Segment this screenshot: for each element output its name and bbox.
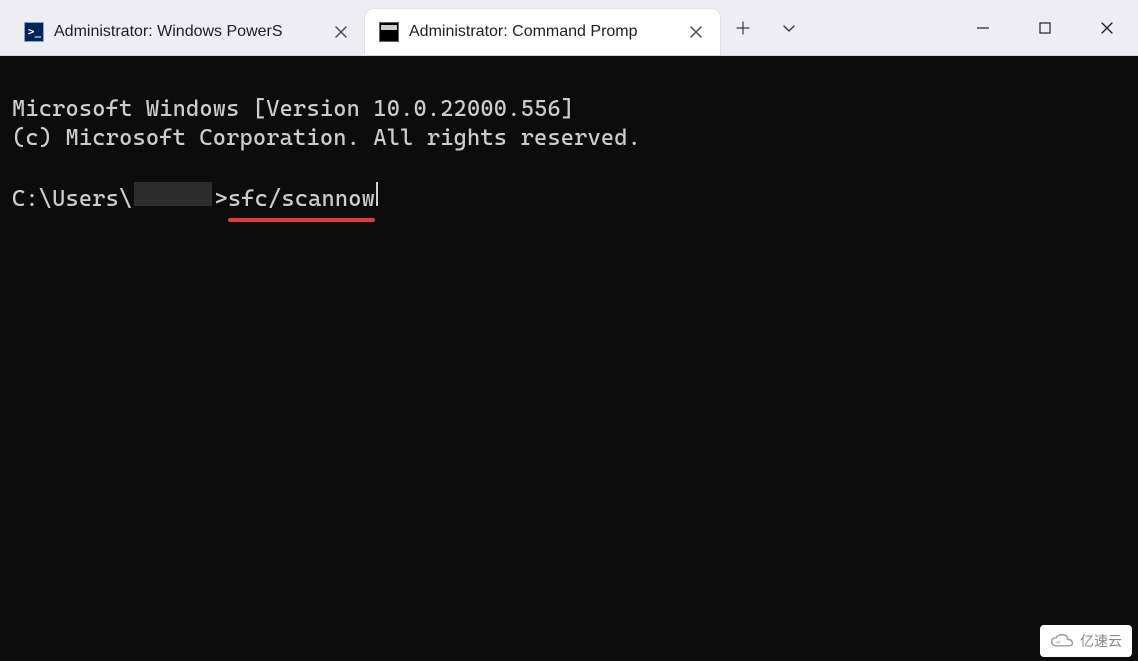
close-window-button[interactable] (1076, 0, 1138, 55)
tab-title: Administrator: Command Promp (409, 23, 672, 41)
tab-title: Administrator: Windows PowerS (54, 23, 317, 41)
cmd-icon (379, 22, 399, 42)
command-input: sfc/scannow (228, 185, 375, 214)
minimize-icon (976, 21, 990, 35)
tab-dropdown-button[interactable] (766, 0, 812, 55)
close-icon (1100, 21, 1114, 35)
tab-close-button[interactable] (327, 18, 355, 46)
watermark: ∞ 亿速云 (1040, 625, 1132, 657)
terminal-copyright-line: (c) Microsoft Corporation. All rights re… (12, 125, 641, 151)
close-icon (335, 26, 347, 38)
minimize-button[interactable] (952, 0, 1014, 55)
svg-text:∞: ∞ (1056, 640, 1060, 646)
tab-actions (720, 0, 812, 55)
maximize-button[interactable] (1014, 0, 1076, 55)
maximize-icon (1038, 21, 1052, 35)
window-controls (952, 0, 1138, 55)
tab-close-button[interactable] (682, 18, 710, 46)
terminal-version-line: Microsoft Windows [Version 10.0.22000.55… (12, 96, 574, 122)
powershell-icon: >_ (24, 22, 44, 42)
plus-icon (736, 21, 750, 35)
cloud-icon: ∞ (1050, 633, 1074, 649)
prompt-suffix: > (214, 185, 227, 214)
prompt-prefix: C:\Users\ (12, 185, 132, 214)
text-cursor (376, 182, 378, 206)
new-tab-button[interactable] (720, 0, 766, 55)
annotation-underline (228, 218, 375, 222)
terminal-area[interactable]: Microsoft Windows [Version 10.0.22000.55… (0, 56, 1138, 661)
tab-strip: >_ Administrator: Windows PowerS Adminis… (0, 0, 720, 55)
watermark-text: 亿速云 (1080, 631, 1122, 651)
window-titlebar: >_ Administrator: Windows PowerS Adminis… (0, 0, 1138, 56)
chevron-down-icon (782, 21, 796, 35)
redacted-username (134, 182, 212, 206)
tab-command-prompt[interactable]: Administrator: Command Promp (365, 9, 720, 55)
tab-powershell[interactable]: >_ Administrator: Windows PowerS (10, 9, 365, 55)
close-icon (690, 26, 702, 38)
terminal-prompt-line: C:\Users\ >sfc/scannow (12, 182, 1126, 214)
